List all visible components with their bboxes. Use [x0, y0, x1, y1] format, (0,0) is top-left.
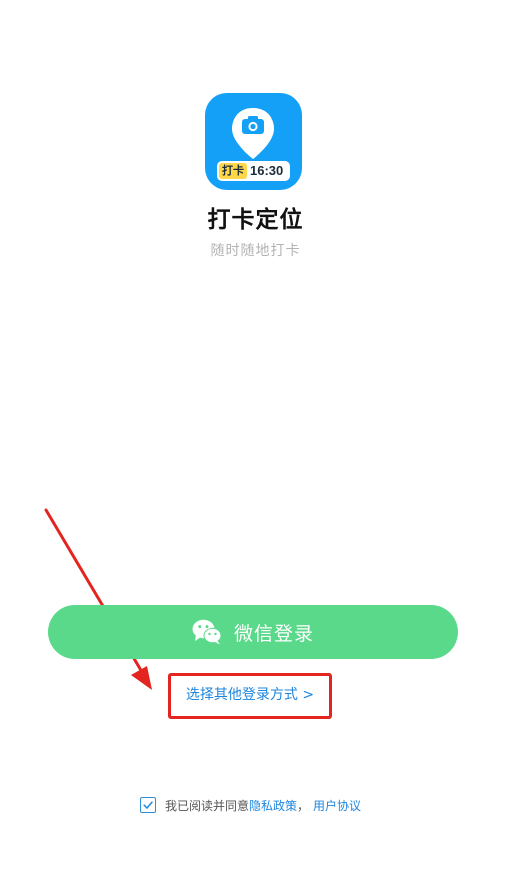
wechat-icon: [192, 619, 222, 645]
check-icon: [143, 801, 153, 809]
user-agreement-link[interactable]: 用户协议: [313, 797, 361, 814]
agreement-prefix: 我已阅读并同意: [165, 798, 250, 813]
other-login-highlight: 选择其他登录方式 >: [168, 673, 332, 719]
privacy-policy-link[interactable]: 隐私政策: [249, 797, 297, 814]
agreement-separator: ，: [297, 798, 310, 813]
agreement-row: 我已阅读并同意 隐私政策 ， 用户协议: [140, 795, 361, 815]
other-login-link[interactable]: 选择其他登录方式 >: [171, 676, 329, 716]
wechat-login-label: 微信登录: [233, 622, 314, 645]
annotation-arrow: [44, 508, 152, 690]
agreement-checkbox[interactable]: [140, 797, 156, 813]
wechat-login-button[interactable]: 微信登录: [48, 605, 458, 659]
